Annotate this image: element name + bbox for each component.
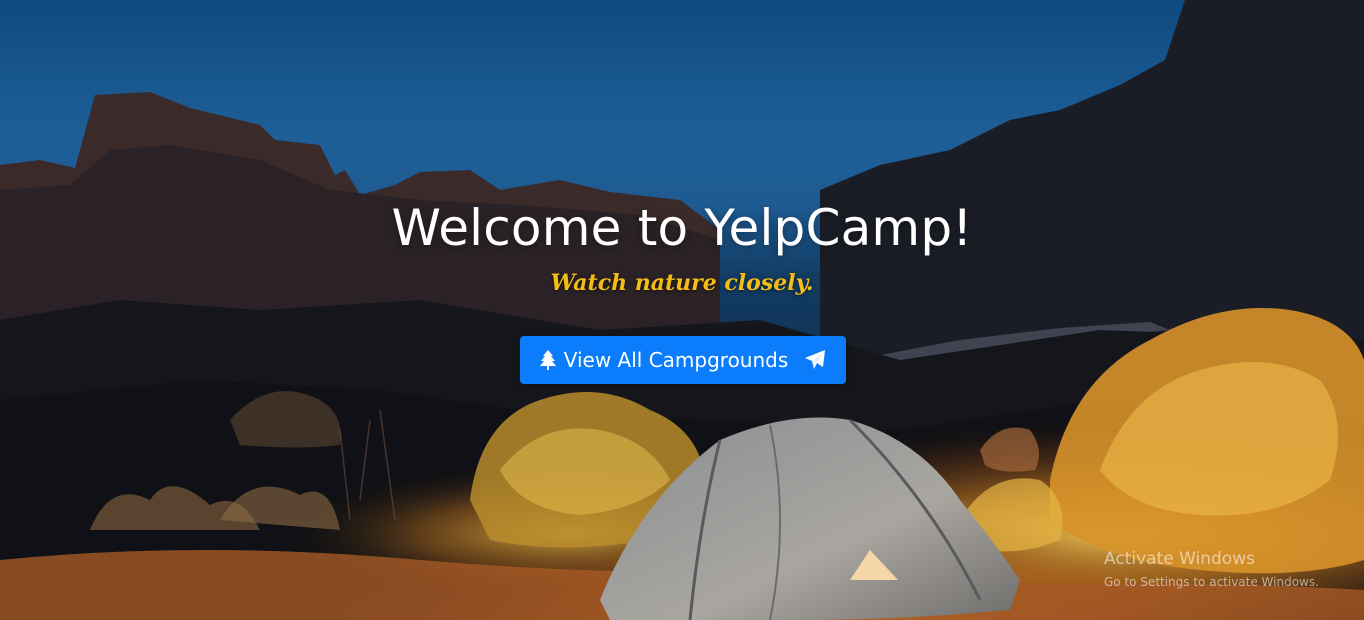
hero-title: Welcome to YelpCamp! [391, 199, 973, 257]
watermark-subtitle: Go to Settings to activate Windows. [1104, 575, 1319, 589]
view-all-campgrounds-label: View All Campgrounds [563, 348, 789, 372]
paper-plane-icon [804, 349, 826, 371]
camping-landscape-image [0, 0, 1364, 620]
hero-content: Welcome to YelpCamp! Watch nature closel… [0, 195, 1364, 297]
view-all-campgrounds-button[interactable]: View All Campgrounds [520, 336, 846, 384]
tree-icon [539, 350, 556, 370]
hero-background: Welcome to YelpCamp! Watch nature closel… [0, 0, 1364, 620]
activate-windows-watermark: Activate Windows Go to Settings to activ… [1104, 548, 1319, 590]
hero-tagline: Watch nature closely. [550, 270, 814, 296]
watermark-title: Activate Windows [1104, 549, 1255, 569]
